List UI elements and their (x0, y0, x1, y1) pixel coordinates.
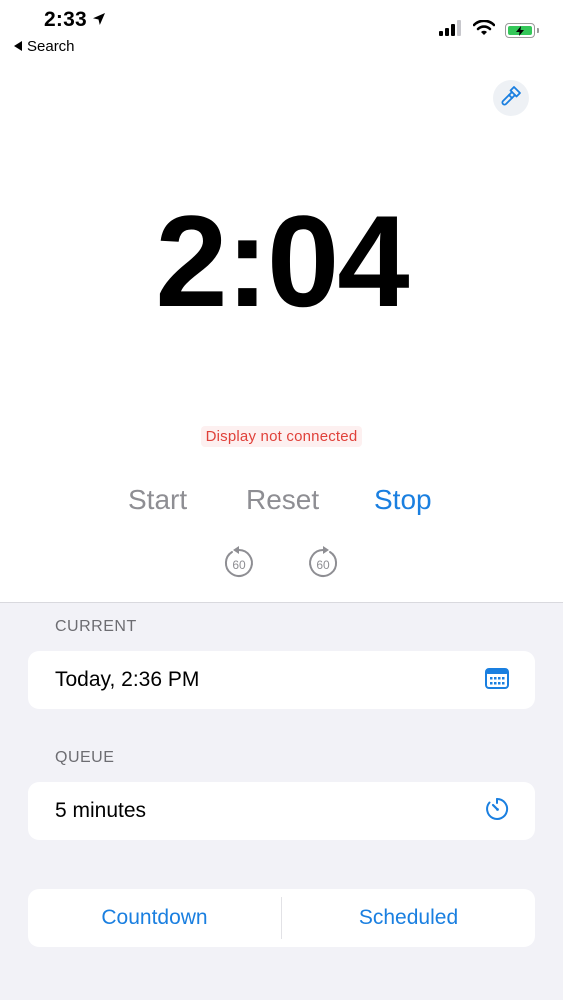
stop-button[interactable]: Stop (374, 484, 432, 516)
current-value: Today, 2:36 PM (55, 668, 200, 691)
calendar-icon (485, 667, 509, 694)
reset-button[interactable]: Reset (246, 484, 319, 516)
status-indicators (439, 19, 539, 41)
skip-back-button[interactable]: 60 (222, 544, 256, 580)
appearance-button[interactable] (493, 80, 529, 116)
wifi-icon (472, 19, 496, 41)
back-to-search[interactable]: Search (14, 38, 75, 55)
skip-back-60-icon: 60 (224, 546, 253, 577)
location-arrow-icon (92, 8, 106, 32)
start-button[interactable]: Start (128, 484, 187, 516)
queue-header: QUEUE (55, 749, 115, 766)
cellular-signal-icon (439, 20, 463, 41)
back-triangle-icon (14, 38, 23, 55)
connection-status: Display not connected (0, 426, 563, 447)
countdown-button[interactable]: Countdown (28, 889, 281, 947)
scheduled-button[interactable]: Scheduled (282, 889, 535, 947)
current-row[interactable]: Today, 2:36 PM (28, 651, 535, 709)
current-header: CURRENT (55, 618, 137, 635)
settings-section: CURRENT Today, 2:36 PM QUEUE 5 minutes C… (0, 602, 563, 1000)
timer-display: 2:04 (155, 188, 409, 334)
status-time-label: 2:33 (44, 8, 87, 31)
queue-row[interactable]: 5 minutes (28, 782, 535, 840)
connection-status-badge: Display not connected (200, 426, 363, 447)
skip-forward-seconds: 60 (316, 558, 330, 572)
queue-value: 5 minutes (55, 799, 147, 822)
paintbrush-icon (500, 85, 522, 112)
back-label: Search (27, 38, 75, 55)
timer-icon (485, 797, 509, 826)
status-time: 2:33 (44, 8, 106, 32)
skip-forward-60-icon: 60 (309, 546, 338, 577)
timer-controls: Start Reset Stop (0, 484, 563, 524)
mode-selector: Countdown Scheduled (28, 889, 535, 947)
battery-charging-icon (505, 23, 539, 38)
skip-back-seconds: 60 (232, 558, 246, 572)
skip-forward-button[interactable]: 60 (306, 544, 340, 580)
